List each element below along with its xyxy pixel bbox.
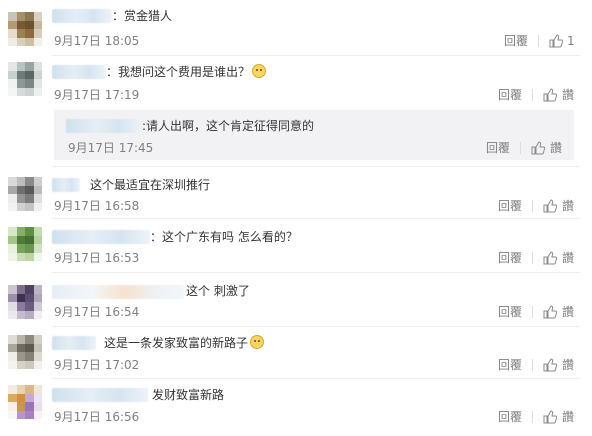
reply-button[interactable]: 回覆 (504, 33, 528, 49)
username-blurred[interactable] (52, 230, 150, 244)
comment-text: 这个最适宜在深圳推行 (90, 178, 211, 192)
reply-time: 9月17日 17:45 (68, 141, 154, 155)
avatar[interactable] (8, 12, 42, 46)
comment-time: 9月17日 18:05 (54, 34, 140, 48)
username-blurred[interactable] (52, 336, 96, 350)
comment-item: 这是一条发家致富的新路子 9月17日 17:02 回覆 讚 (0, 327, 592, 379)
reply-button[interactable]: 回覆 (498, 87, 522, 103)
avatar[interactable] (8, 285, 42, 319)
like-label: 讚 (562, 199, 575, 213)
nested-reply: :请人出啊，这个肯定征得同意的 9月17日 17:45 回覆 讚 (54, 110, 574, 160)
comment-time: 9月17日 16:56 (54, 410, 140, 424)
doge-emoji-icon (252, 64, 267, 78)
avatar[interactable] (8, 335, 42, 369)
reply-button[interactable]: 回覆 (498, 304, 522, 320)
avatar[interactable] (8, 62, 42, 96)
reply-text: :请人出啊，这个肯定征得同意的 (142, 119, 315, 133)
doge-emoji-icon (250, 335, 265, 349)
comment-item: 这个最适宜在深圳推行 9月17日 16:58 回覆 讚 (0, 167, 592, 219)
username-blurred[interactable] (52, 388, 148, 402)
avatar[interactable] (8, 227, 42, 261)
comment-time: 9月17日 17:02 (54, 358, 140, 372)
comment-text: ：这个广东有吗 怎么看的？ (150, 230, 298, 244)
like-label: 讚 (550, 141, 563, 155)
reply-button[interactable]: 回覆 (486, 140, 510, 156)
like-label: 讚 (562, 251, 575, 265)
avatar[interactable] (8, 385, 42, 419)
comment-text: 这是一条发家致富的新路子 (104, 335, 265, 351)
like-label: 讚 (562, 410, 575, 424)
divider (532, 200, 533, 212)
reply-button[interactable]: 回覆 (498, 198, 522, 214)
like-label: 讚 (562, 305, 575, 319)
divider (532, 359, 533, 371)
thumbs-up-icon[interactable] (543, 199, 557, 213)
divider (538, 35, 539, 47)
username-blurred[interactable] (52, 9, 112, 23)
comment-text: ：赏金猎人 (112, 9, 173, 23)
username-blurred[interactable] (52, 65, 106, 79)
divider (532, 252, 533, 264)
divider (520, 142, 521, 154)
thumbs-up-icon[interactable] (543, 88, 557, 102)
comment-item: 发财致富新路 9月17日 16:56 回覆 讚 (0, 379, 592, 436)
thumbs-up-icon[interactable] (543, 358, 557, 372)
comment-text: 发财致富新路 (152, 388, 225, 402)
comment-text: ：我想问这个费用是谁出？ (106, 64, 267, 80)
comment-time: 9月17日 16:53 (54, 251, 140, 265)
thumbs-up-icon[interactable] (549, 34, 563, 48)
comment-item: 这个 刺激了 9月17日 16:54 回覆 讚 (0, 273, 592, 327)
comment-time: 9月17日 17:19 (54, 88, 140, 102)
like-label: 讚 (562, 88, 575, 102)
like-count: 1 (567, 34, 575, 48)
comment-time: 9月17日 16:58 (54, 199, 140, 213)
thumbs-up-icon[interactable] (531, 141, 545, 155)
username-blurred[interactable] (52, 178, 80, 192)
thumbs-up-icon[interactable] (543, 410, 557, 424)
comment-time: 9月17日 16:54 (54, 305, 140, 319)
reply-button[interactable]: 回覆 (498, 250, 522, 266)
thumbs-up-icon[interactable] (543, 251, 557, 265)
comment-text: 这个 刺激了 (186, 284, 250, 298)
username-blurred[interactable] (52, 285, 184, 299)
divider (532, 89, 533, 101)
divider (532, 411, 533, 423)
comment-item: ：这个广东有吗 怎么看的？ 9月17日 16:53 回覆 讚 (0, 219, 592, 273)
reply-button[interactable]: 回覆 (498, 409, 522, 425)
reply-button[interactable]: 回覆 (498, 357, 522, 373)
comment-item: ：赏金猎人 9月17日 18:05 回覆 1 (0, 0, 592, 56)
avatar[interactable] (8, 177, 42, 211)
divider (532, 306, 533, 318)
username-blurred[interactable] (66, 119, 142, 133)
thumbs-up-icon[interactable] (543, 305, 557, 319)
like-label: 讚 (562, 358, 575, 372)
